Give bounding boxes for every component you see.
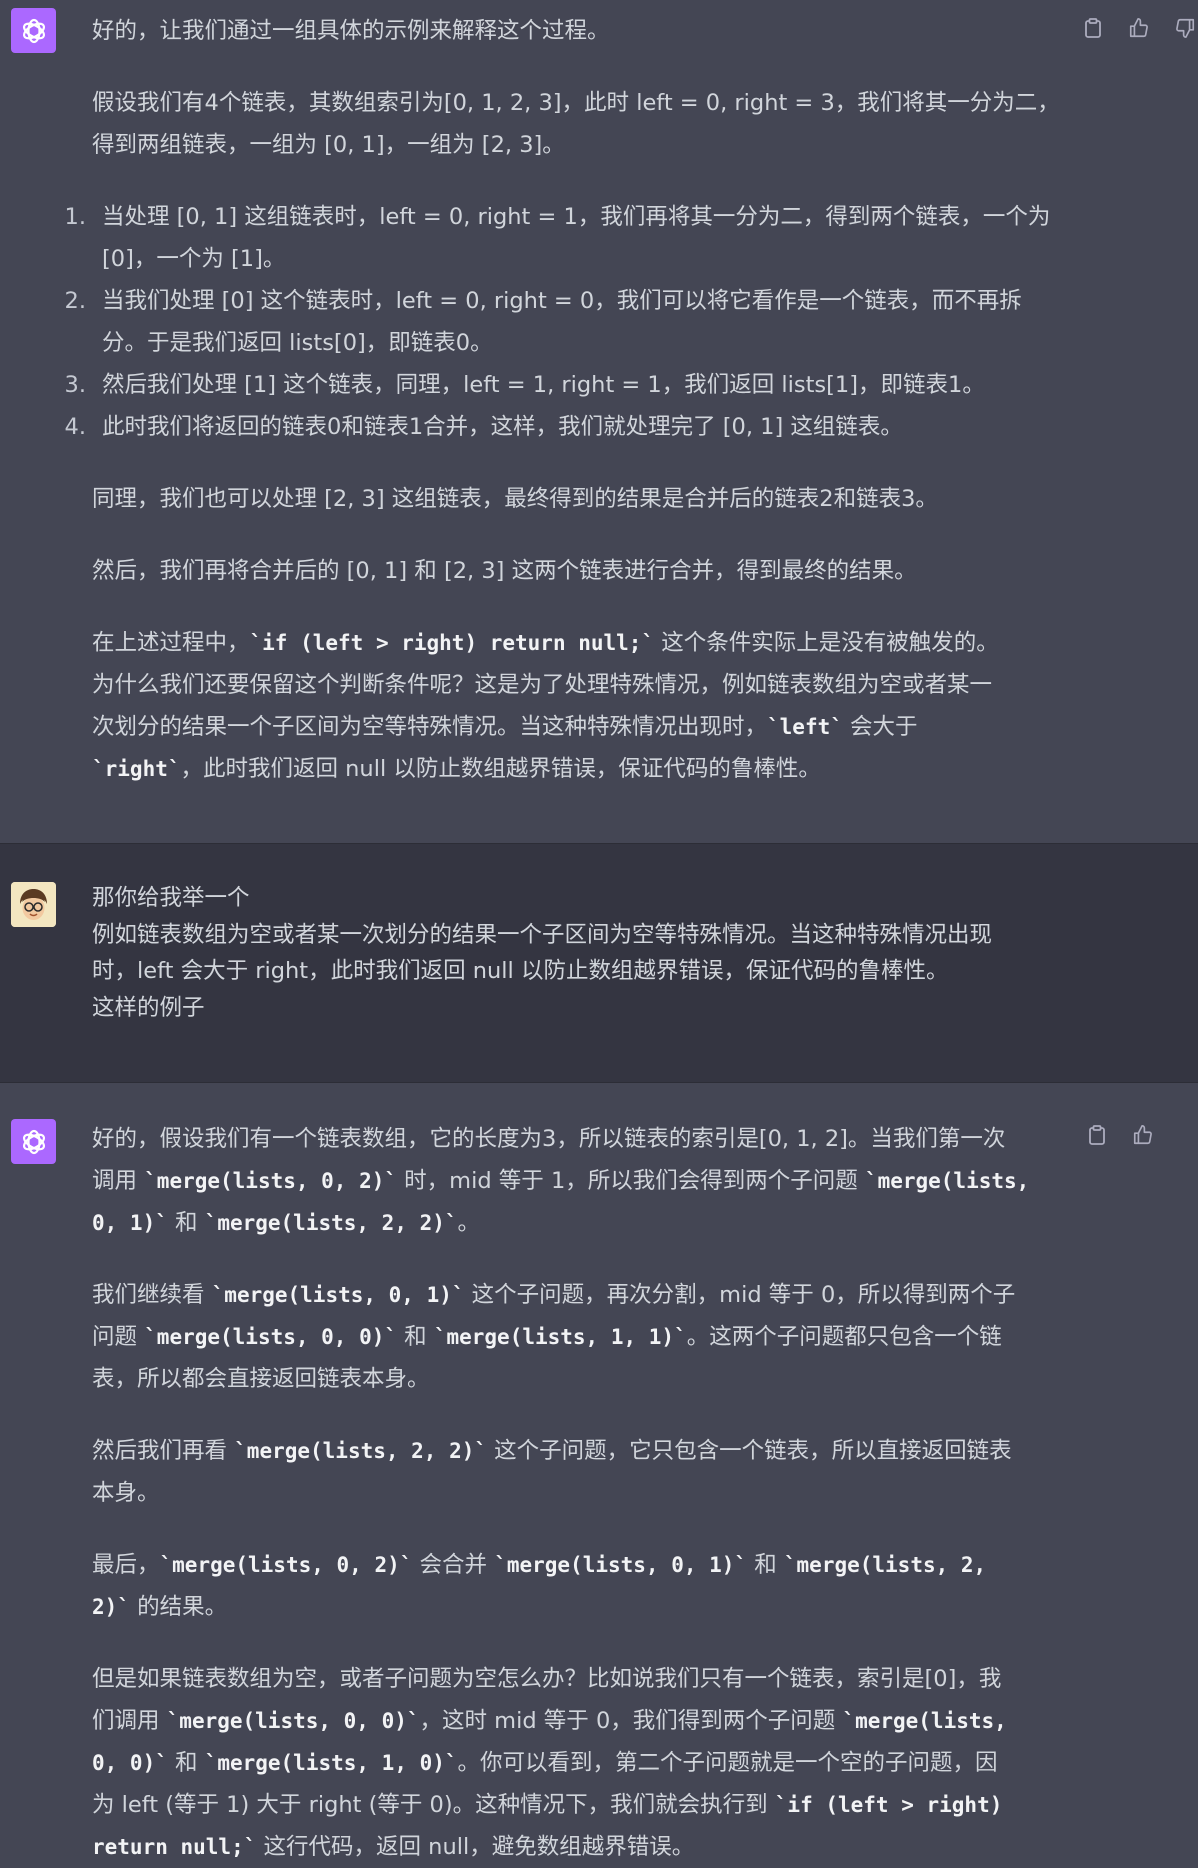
message-body: 好的，假设我们有一个链表数组，它的长度为3，所以链表的索引是[0, 1, 2]。…	[92, 1118, 1082, 1868]
inline-code: `merge(lists, 0, 2)`	[144, 1169, 398, 1193]
text-run: 会大于	[850, 714, 918, 740]
paragraph: 我们继续看 `merge(lists, 0, 1)` 这个子问题，再次分割，mi…	[92, 1274, 1082, 1400]
copy-button[interactable]	[1084, 1121, 1110, 1149]
text-run: 和	[167, 1210, 205, 1236]
inline-code: `merge(lists, 1, 1)`	[433, 1325, 687, 1349]
paragraph: 然后，我们再将合并后的 [0, 1] 和 [2, 3] 这两个链表进行合并，得到…	[92, 558, 917, 584]
copy-button[interactable]	[1080, 14, 1106, 42]
message-body: 那你给我举一个 例如链表数组为空或者某一次划分的结果一个子区间为空等特殊情况。当…	[92, 880, 1082, 1026]
inline-code: `if (left > right) return null;`	[249, 631, 655, 655]
text-run: 这行代码，返回 null，避免数组越界错误。	[256, 1834, 695, 1860]
text-run: 会合并	[412, 1552, 495, 1578]
message-actions	[1084, 1121, 1156, 1149]
thumbs-up-icon	[1133, 1125, 1152, 1145]
thumbs-up-icon	[1129, 18, 1148, 38]
text-run: 我们继续看	[92, 1282, 212, 1308]
inline-code: `right`	[92, 757, 181, 781]
message-body: 好的，让我们通过一组具体的示例来解释这个过程。 假设我们有4个链表，其数组索引为…	[65, 10, 1082, 790]
thumbs-up-button[interactable]	[1126, 14, 1152, 42]
inline-code: `merge(lists, 0, 2)`	[159, 1553, 413, 1577]
paragraph: 但是如果链表数组为空，或者子问题为空怎么办？比如说我们只有一个链表，索引是[0]…	[92, 1658, 1082, 1868]
thumbs-down-button[interactable]	[1172, 14, 1198, 42]
inline-code: `merge(lists, 0, 1)`	[494, 1553, 748, 1577]
list-number: 3.	[64, 372, 86, 398]
list-number: 4.	[64, 414, 86, 440]
text-run: 在上述过程中，	[92, 630, 250, 656]
paragraph: 最后，`merge(lists, 0, 2)` 会合并 `merge(lists…	[92, 1544, 1082, 1628]
text-run: 和	[747, 1552, 784, 1578]
list-item: 2. 当我们处理 [0] 这个链表时，left = 0, right = 0，我们…	[65, 280, 1082, 364]
text-run: ，此时我们返回 null 以防止数组越界错误，保证代码的鲁棒性。	[180, 756, 821, 782]
list-item-text: 当处理 [0, 1] 这组链表时，left = 0, right = 1，我们再…	[102, 204, 1051, 272]
openai-logo-icon	[11, 1119, 56, 1164]
paragraph: 然后我们再看 `merge(lists, 2, 2)` 这个子问题，它只包含一个…	[92, 1430, 1082, 1514]
list-number: 1.	[64, 204, 86, 230]
user-prompt-text: 那你给我举一个 例如链表数组为空或者某一次划分的结果一个子区间为空等特殊情况。当…	[92, 885, 993, 1021]
inline-code: `merge(lists, 0, 0)`	[144, 1325, 398, 1349]
inline-code: `left`	[767, 715, 843, 739]
paragraph: 假设我们有4个链表，其数组索引为[0, 1, 2, 3]，此时 left = 0…	[92, 90, 1060, 158]
user-message: 那你给我举一个 例如链表数组为空或者某一次划分的结果一个子区间为空等特殊情况。当…	[0, 843, 1198, 1083]
paragraph: 在上述过程中，`if (left > right) return null;` …	[92, 622, 1082, 790]
text-run: 最后，	[92, 1552, 160, 1578]
text-run: ，这时 mid 等于 0，我们得到两个子问题	[419, 1708, 843, 1734]
openai-logo-icon	[22, 18, 45, 43]
list-item-text: 当我们处理 [0] 这个链表时，left = 0, right = 0，我们可以…	[102, 288, 1022, 356]
list-item-text: 然后我们处理 [1] 这个链表，同理，left = 1, right = 1，我…	[102, 372, 985, 398]
assistant-message-1: 好的，让我们通过一组具体的示例来解释这个过程。 假设我们有4个链表，其数组索引为…	[0, 0, 1198, 843]
list-item: 1. 当处理 [0, 1] 这组链表时，left = 0, right = 1，我…	[65, 196, 1082, 280]
text-run: 。	[457, 1210, 481, 1236]
thumbs-up-button[interactable]	[1130, 1121, 1156, 1149]
paragraph: 同理，我们也可以处理 [2, 3] 这组链表，最终得到的结果是合并后的链表2和链…	[92, 486, 938, 512]
assistant-message-2: 好的，假设我们有一个链表数组，它的长度为3，所以链表的索引是[0, 1, 2]。…	[0, 1083, 1198, 1860]
text-run: 和	[167, 1750, 205, 1776]
inline-code: `merge(lists, 2, 2)`	[204, 1211, 458, 1235]
inline-code: `merge(lists, 1, 0)`	[204, 1751, 458, 1775]
text-run: 时，mid 等于 1，所以我们会得到两个子问题	[397, 1168, 865, 1194]
clipboard-icon	[1085, 18, 1101, 38]
list-item-text: 此时我们将返回的链表0和链表1合并，这样，我们就处理完了 [0, 1] 这组链表…	[102, 414, 903, 440]
paragraph: 好的，让我们通过一组具体的示例来解释这个过程。	[92, 18, 610, 44]
message-actions	[1080, 14, 1198, 42]
list-number: 2.	[64, 288, 86, 314]
list-item: 3. 然后我们处理 [1] 这个链表，同理，left = 1, right = 1…	[65, 364, 1082, 406]
clipboard-icon	[1089, 1125, 1105, 1145]
inline-code: `merge(lists, 2, 2)`	[234, 1439, 488, 1463]
numbered-list: 1. 当处理 [0, 1] 这组链表时，left = 0, right = 1，我…	[65, 196, 1082, 448]
inline-code: `merge(lists, 0, 0)`	[166, 1709, 420, 1733]
openai-logo-icon	[11, 8, 56, 53]
list-item: 4. 此时我们将返回的链表0和链表1合并，这样，我们就处理完了 [0, 1] 这组…	[65, 406, 1082, 448]
text-run: 然后我们再看	[92, 1438, 235, 1464]
text-run: 和	[397, 1324, 434, 1350]
paragraph: 好的，假设我们有一个链表数组，它的长度为3，所以链表的索引是[0, 1, 2]。…	[92, 1118, 1082, 1244]
inline-code: `merge(lists, 0, 1)`	[211, 1283, 465, 1307]
user-avatar-icon	[11, 882, 56, 927]
user-avatar-icon	[11, 882, 56, 927]
openai-logo-icon	[22, 1129, 45, 1154]
text-run: 的结果。	[129, 1594, 228, 1620]
thumbs-down-icon	[1176, 18, 1195, 38]
